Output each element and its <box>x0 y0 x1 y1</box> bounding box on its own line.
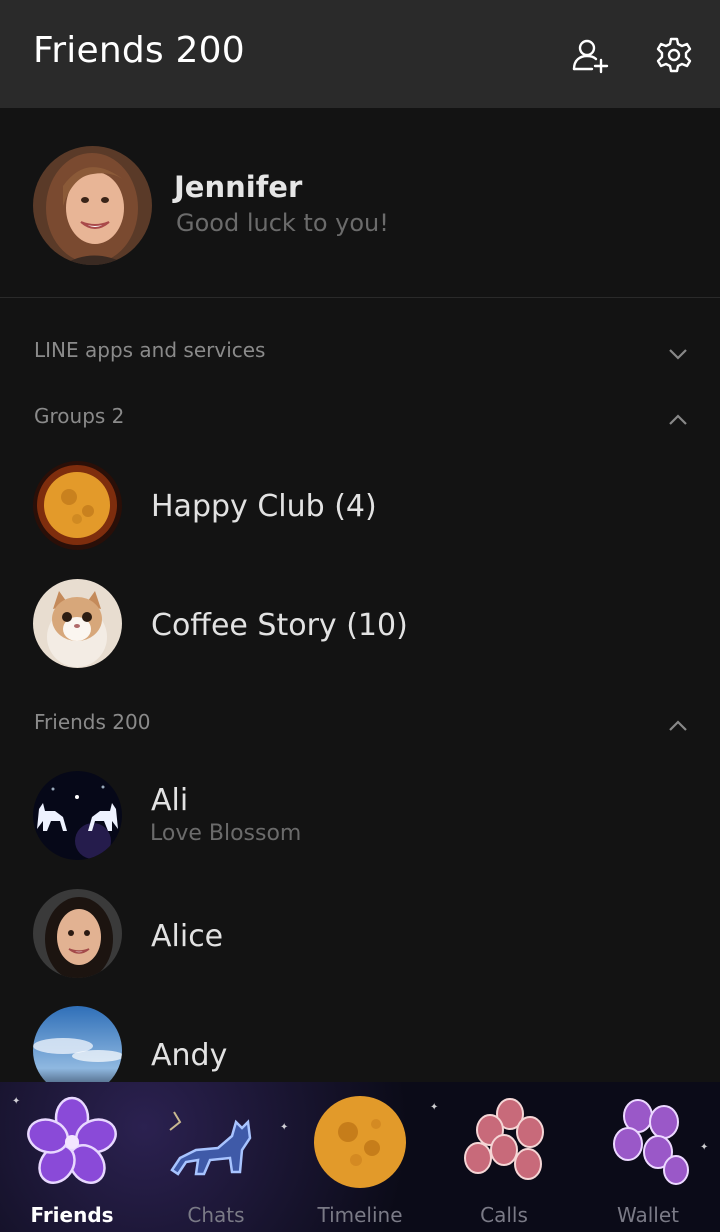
cat-icon <box>169 1111 252 1176</box>
blossom-icon <box>464 1098 544 1180</box>
list-item[interactable]: Happy Club (4) <box>0 451 720 561</box>
tab-wallet[interactable]: Wallet <box>576 1082 720 1232</box>
section-groups[interactable]: Groups 2 <box>0 392 720 442</box>
chevron-up-icon <box>669 720 687 731</box>
group-name: Coffee Story (10) <box>151 608 408 643</box>
profile-status: Good luck to you! <box>176 209 389 237</box>
chevron-up-icon <box>669 414 687 425</box>
group-avatar <box>33 579 122 668</box>
settings-button[interactable] <box>652 33 696 77</box>
friend-avatar <box>33 771 122 860</box>
add-friend-button[interactable] <box>568 33 612 77</box>
tab-label: Calls <box>480 1203 528 1227</box>
list-item[interactable]: Ali Love Blossom <box>0 761 720 871</box>
tab-timeline[interactable]: Timeline <box>288 1082 432 1232</box>
chevron-down-icon <box>669 349 687 360</box>
tab-friends[interactable]: Friends <box>0 1082 144 1232</box>
flower-icon <box>27 1096 117 1184</box>
friend-avatar <box>33 889 122 978</box>
my-profile[interactable]: Jennifer Good luck to you! <box>0 108 720 298</box>
friend-status: Love Blossom <box>150 821 302 846</box>
profile-name: Jennifer <box>174 170 303 204</box>
section-label: LINE apps and services <box>34 338 266 362</box>
group-avatar <box>33 461 122 550</box>
person-plus-icon <box>572 39 609 74</box>
list-item[interactable]: Coffee Story (10) <box>0 569 720 679</box>
tab-chats[interactable]: Chats <box>144 1082 288 1232</box>
bottom-tab-bar: ✦ ✦ ✦ ✦ Friends Chats Timeline Calls Wal… <box>0 1082 720 1232</box>
tab-label: Wallet <box>616 1203 679 1227</box>
section-friends[interactable]: Friends 200 <box>0 698 720 748</box>
friend-name: Ali <box>151 783 189 818</box>
tab-label: Friends <box>30 1203 114 1227</box>
tab-calls[interactable]: Calls <box>432 1082 576 1232</box>
list-item[interactable]: Alice <box>0 879 720 989</box>
group-name: Happy Club (4) <box>151 489 377 524</box>
page-title: Friends 200 <box>33 30 245 71</box>
friend-name: Alice <box>151 919 224 954</box>
gear-icon <box>656 37 692 73</box>
top-bar: Friends 200 <box>0 0 720 108</box>
section-label: Groups 2 <box>34 404 125 428</box>
tab-label: Chats <box>187 1203 245 1227</box>
blossom-icon <box>613 1099 689 1185</box>
tab-label: Timeline <box>317 1203 403 1227</box>
section-line-apps[interactable]: LINE apps and services <box>0 326 720 376</box>
avatar[interactable] <box>33 146 152 265</box>
section-label: Friends 200 <box>34 710 151 734</box>
moon-icon <box>314 1096 406 1188</box>
friend-name: Andy <box>151 1038 228 1073</box>
